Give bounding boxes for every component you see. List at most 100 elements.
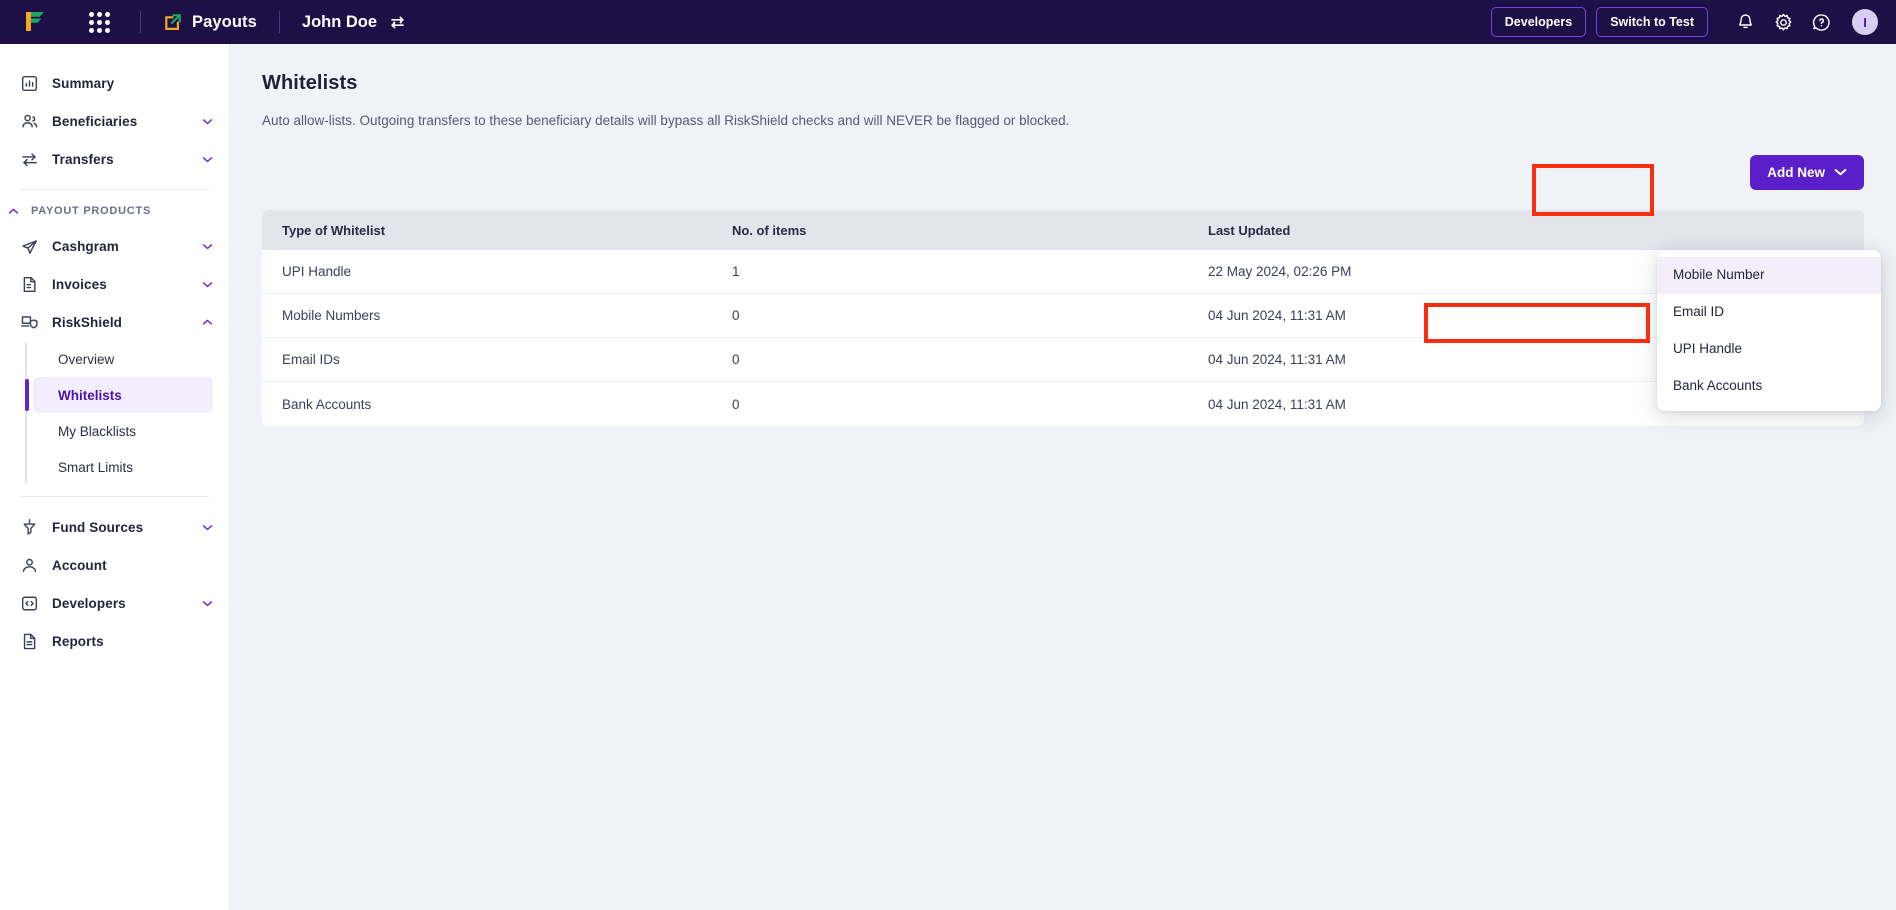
dropdown-item-upi-handle[interactable]: UPI Handle xyxy=(1657,331,1881,368)
column-header-type: Type of Whitelist xyxy=(282,222,386,238)
sidebar-item-developers[interactable]: Developers xyxy=(0,584,229,622)
cell-type: UPI Handle xyxy=(282,264,352,279)
riskshield-icon xyxy=(20,315,38,329)
sidebar-item-overview[interactable]: Overview xyxy=(33,341,213,377)
grid-dot xyxy=(88,27,94,33)
sidebar-label: Developers xyxy=(52,595,126,611)
main-content: Whitelists Auto allow-lists. Outgoing tr… xyxy=(230,44,1896,910)
sidebar-navigation: Summary Beneficiaries Transfers PAYOUT P… xyxy=(0,44,230,910)
divider xyxy=(278,11,280,33)
table-header-row: Type of Whitelist No. of items Last Upda… xyxy=(262,210,1864,250)
sidebar-label: Beneficiaries xyxy=(52,113,138,129)
notifications-button[interactable] xyxy=(1726,3,1764,41)
sidebar-item-summary[interactable]: Summary xyxy=(0,64,229,102)
sidebar-label: RiskShield xyxy=(52,314,123,330)
developers-button[interactable]: Developers xyxy=(1490,7,1587,37)
send-icon xyxy=(22,239,37,254)
sidebar-section-payout-products[interactable]: PAYOUT PRODUCTS xyxy=(0,201,229,227)
add-new-dropdown-menu: Mobile Number Email ID UPI Handle Bank A… xyxy=(1657,250,1881,412)
table-row[interactable]: Mobile Numbers 0 04 Jun 2024, 11:31 AM xyxy=(262,294,1864,338)
sidebar-label: Account xyxy=(52,557,107,573)
divider xyxy=(20,189,209,190)
cell-count: 1 xyxy=(732,264,740,279)
grid-dot xyxy=(96,27,102,33)
chevron-down-icon[interactable] xyxy=(202,600,213,607)
code-icon xyxy=(21,596,38,610)
grid-dot xyxy=(88,19,94,25)
chevron-down-icon[interactable] xyxy=(202,524,213,531)
grid-dot xyxy=(96,19,102,25)
app-switcher-grid[interactable] xyxy=(80,9,118,35)
grid-dot xyxy=(104,27,110,33)
sidebar-item-transfers[interactable]: Transfers xyxy=(0,140,229,178)
sidebar-item-whitelists[interactable]: Whitelists xyxy=(25,377,213,413)
payouts-icon xyxy=(165,14,181,30)
add-new-button[interactable]: Add New xyxy=(1750,154,1864,190)
sidebar-item-cashgram[interactable]: Cashgram xyxy=(0,227,229,265)
cashfree-logo[interactable] xyxy=(22,9,48,35)
settings-button[interactable] xyxy=(1764,3,1802,41)
cell-type: Bank Accounts xyxy=(282,396,372,412)
sidebar-label: Transfers xyxy=(52,151,114,167)
sidebar-sublabel: Smart Limits xyxy=(58,459,134,475)
add-new-wrapper: Add New xyxy=(1750,154,1864,190)
grid-dot xyxy=(96,11,102,17)
cell-count: 0 xyxy=(732,396,740,412)
dropdown-item-email-id[interactable]: Email ID xyxy=(1657,294,1881,331)
page-description: Auto allow-lists. Outgoing transfers to … xyxy=(262,113,1070,128)
topbar-actions: Developers Switch to Test I xyxy=(1490,3,1878,41)
sidebar-item-fund-sources[interactable]: Fund Sources xyxy=(0,508,229,546)
swap-icon[interactable] xyxy=(388,13,407,32)
chevron-down-icon[interactable] xyxy=(202,243,213,250)
document-icon xyxy=(23,633,36,649)
sidebar-sublabel: Whitelists xyxy=(58,387,122,403)
dropdown-item-mobile-number[interactable]: Mobile Number xyxy=(1657,257,1881,294)
divider xyxy=(20,496,209,497)
sidebar-item-riskshield[interactable]: RiskShield xyxy=(0,303,229,341)
table-row[interactable]: UPI Handle 1 22 May 2024, 02:26 PM xyxy=(262,250,1864,294)
product-selector-payouts[interactable]: Payouts xyxy=(163,12,257,32)
sidebar-sublabel: My Blacklists xyxy=(58,423,137,439)
sidebar-item-beneficiaries[interactable]: Beneficiaries xyxy=(0,102,229,140)
sidebar-item-smart-limits[interactable]: Smart Limits xyxy=(33,449,213,485)
sidebar-label: Summary xyxy=(52,75,115,91)
help-circle-icon xyxy=(1812,13,1830,31)
switch-to-test-button[interactable]: Switch to Test xyxy=(1596,7,1708,37)
page-title: Whitelists xyxy=(262,72,358,94)
help-button[interactable] xyxy=(1802,3,1840,41)
dropdown-item-bank-accounts[interactable]: Bank Accounts xyxy=(1657,368,1881,405)
sidebar-label: Invoices xyxy=(52,276,107,292)
sidebar-item-invoices[interactable]: Invoices xyxy=(0,265,229,303)
cell-count: 0 xyxy=(732,308,740,323)
chart-bar-icon xyxy=(21,75,38,91)
cell-type: Email IDs xyxy=(282,352,340,367)
grid-dot xyxy=(104,11,110,17)
sidebar-sublabel: Overview xyxy=(58,351,115,367)
person-icon xyxy=(22,558,37,572)
whitelists-table: Type of Whitelist No. of items Last Upda… xyxy=(262,210,1864,426)
chevron-up-icon[interactable] xyxy=(8,208,19,215)
chevron-down-icon[interactable] xyxy=(202,156,213,163)
transfer-icon xyxy=(22,152,37,166)
grid-dot xyxy=(104,19,110,25)
section-label: PAYOUT PRODUCTS xyxy=(31,205,152,217)
divider xyxy=(140,11,141,33)
grid-dot xyxy=(88,11,94,17)
sidebar-label: Reports xyxy=(52,633,104,649)
table-row[interactable]: Bank Accounts 0 04 Jun 2024, 11:31 AM xyxy=(262,382,1864,426)
table-row[interactable]: Email IDs 0 04 Jun 2024, 11:31 AM xyxy=(262,338,1864,382)
top-navigation-bar: Payouts John Doe Developers Switch to Te… xyxy=(0,0,1896,44)
sidebar-item-my-blacklists[interactable]: My Blacklists xyxy=(33,413,213,449)
cell-type: Mobile Numbers xyxy=(282,308,381,323)
user-avatar[interactable]: I xyxy=(1852,9,1878,35)
cell-count: 0 xyxy=(732,352,740,367)
sidebar-item-reports[interactable]: Reports xyxy=(0,622,229,660)
chevron-down-icon[interactable] xyxy=(202,118,213,125)
sidebar-item-account[interactable]: Account xyxy=(0,546,229,584)
account-switcher[interactable]: John Doe xyxy=(302,13,407,32)
column-header-count: No. of items xyxy=(732,222,807,238)
chevron-up-icon[interactable] xyxy=(202,319,213,326)
action-bar: Add New xyxy=(262,150,1864,194)
chevron-down-icon[interactable] xyxy=(202,281,213,288)
sidebar-label: Cashgram xyxy=(52,238,119,254)
